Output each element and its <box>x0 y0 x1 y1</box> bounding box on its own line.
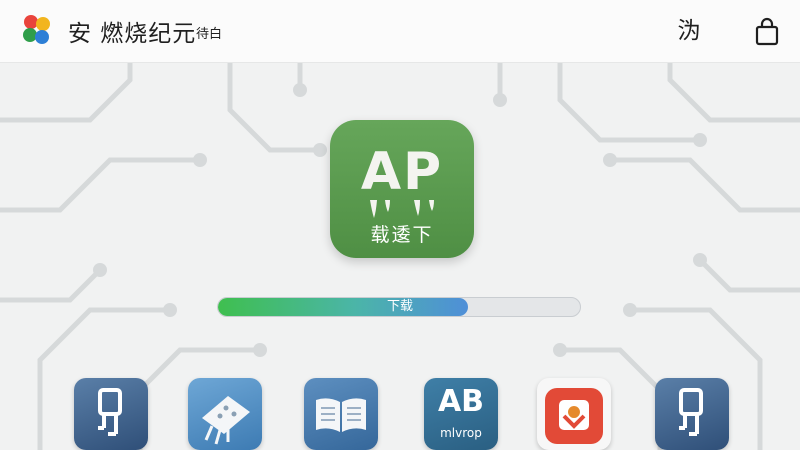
dock-tile-book[interactable] <box>304 378 378 450</box>
circuit-chip-icon <box>679 388 703 436</box>
shopping-bag-icon[interactable] <box>753 17 781 47</box>
dock-tile-ab[interactable]: AB mlvrop <box>424 378 498 450</box>
app-title: 安 燃烧纪元 <box>68 21 197 47</box>
red-badge-icon <box>545 388 603 444</box>
ab-app-letters: AB <box>437 384 485 419</box>
dock-tile-board[interactable] <box>188 378 262 450</box>
app-subtitle: 待白 <box>196 27 223 42</box>
dock-tile-chip-2[interactable] <box>655 378 729 450</box>
dock-tile-badge[interactable] <box>537 378 611 450</box>
flower-logo-icon[interactable] <box>20 12 54 46</box>
circuit-board-icon <box>202 396 250 445</box>
ab-app-caption: mlvrop <box>440 426 482 440</box>
circuit-chip-icon <box>98 388 122 436</box>
dock-tile-chip-1[interactable] <box>74 378 148 450</box>
download-label: 下载 <box>386 299 413 314</box>
header-glyph-button[interactable]: 沩 <box>674 16 704 46</box>
header-bar: 安 燃烧纪元 待白 沩 <box>0 0 800 63</box>
app-icon-caption: 载逶下 <box>370 224 434 246</box>
download-progress-bar[interactable]: 下载 <box>217 297 581 317</box>
open-book-icon <box>316 398 366 432</box>
app-icon-card[interactable]: AP 载逶下 <box>330 120 474 258</box>
